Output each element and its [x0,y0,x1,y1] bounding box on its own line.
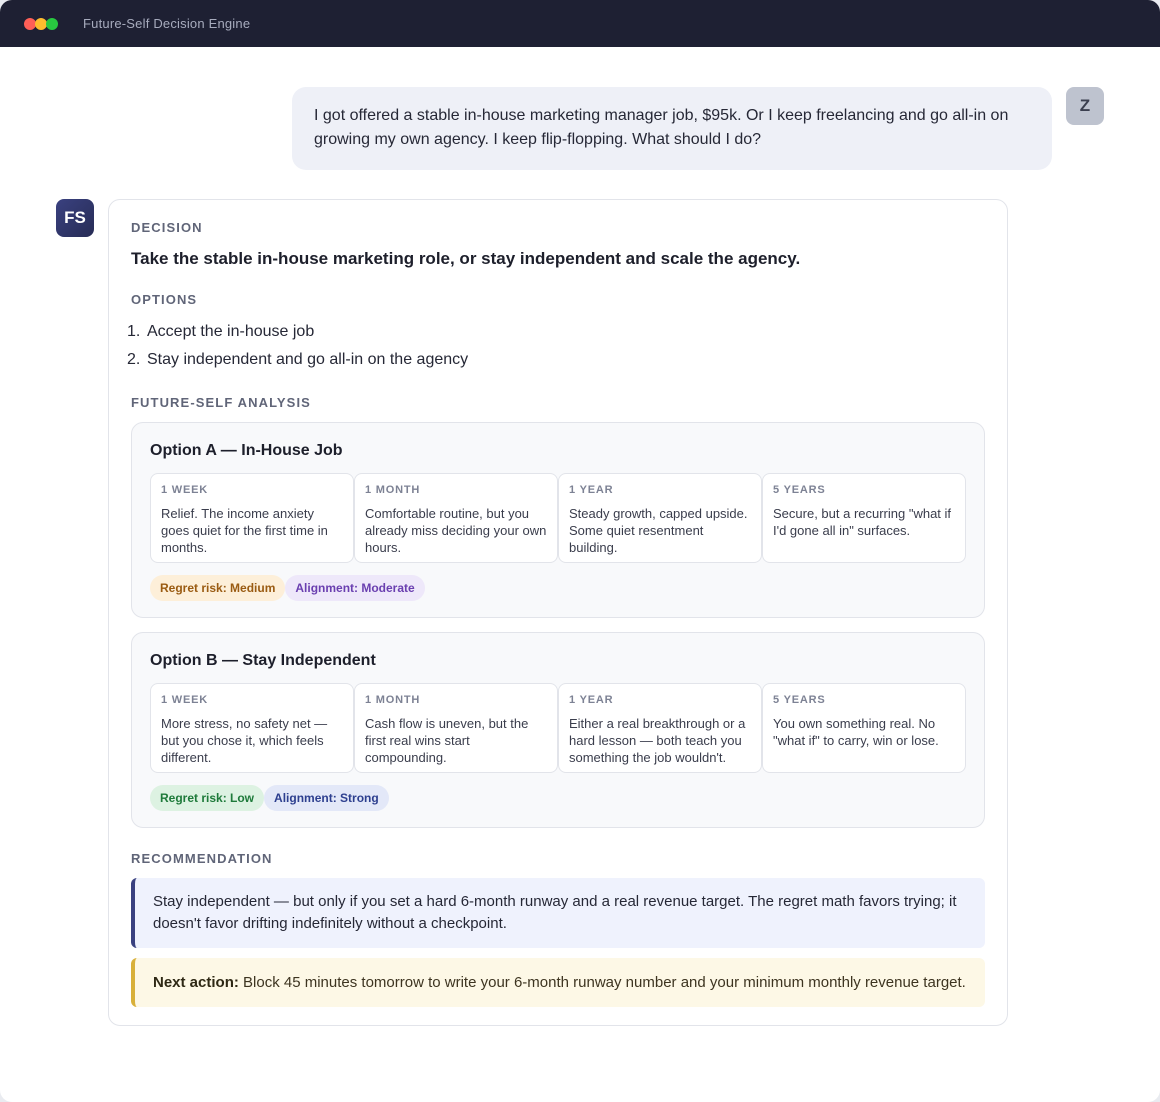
option-b-badges: Regret risk: Low Alignment: Strong [150,785,966,811]
timeline-cell-1-week: 1 WEEK Relief. The income anxiety goes q… [150,473,354,563]
option-number: 1. [127,323,141,340]
timeline-text: You own something real. No "what if" to … [773,716,939,748]
option-a-card: Option A — In-House Job 1 WEEK Relief. T… [131,422,985,618]
option-b-timeline: 1 WEEK More stress, no safety net — but … [150,683,966,773]
option-a-title: Option A — In-House Job [150,442,343,459]
assistant-response-card: DECISION Take the stable in-house market… [108,199,1008,1026]
alignment-badge: Alignment: Moderate [285,575,425,601]
option-a-timeline: 1 WEEK Relief. The income anxiety goes q… [150,473,966,563]
option-text: Accept the in-house job [147,323,315,340]
timeline-cell-5-years: 5 YEARS Secure, but a recurring "what if… [762,473,966,563]
regret-risk-badge: Regret risk: Low [150,785,265,811]
option-number: 2. [127,351,141,368]
timeline-cell-1-month: 1 MONTH Cash flow is uneven, but the fir… [354,683,558,773]
timeline-text: More stress, no safety net — but you cho… [161,716,328,765]
decision-label: DECISION [131,220,203,235]
option-a-badges: Regret risk: Medium Alignment: Moderate [150,575,966,601]
next-action-label: Next action: [153,974,239,991]
timeline-text: Steady growth, capped upside. Some quiet… [569,506,748,555]
regret-risk-badge: Regret risk: Medium [150,575,286,601]
timeline-label: 1 YEAR [569,694,614,706]
option-item: 1. Accept the in-house job [127,318,985,346]
next-action-box: Next action: Block 45 minutes tomorrow t… [131,958,985,1007]
user-avatar: Z [1066,87,1104,125]
recommendation-box: Stay independent — but only if you set a… [131,878,985,948]
timeline-label: 1 MONTH [365,484,421,496]
timeline-label: 1 WEEK [161,484,208,496]
options-label: OPTIONS [131,292,198,307]
analysis-label: FUTURE-SELF ANALYSIS [131,395,311,410]
window-controls [24,17,58,30]
option-b-card: Option B — Stay Independent 1 WEEK More … [131,632,985,828]
assistant-avatar: FS [56,199,94,237]
user-message-bubble: I got offered a stable in-house marketin… [292,87,1052,170]
next-action-text: Block 45 minutes tomorrow to write your … [243,974,966,991]
recommendation-label: RECOMMENDATION [131,851,273,866]
timeline-cell-1-year: 1 YEAR Steady growth, capped upside. Som… [558,473,762,563]
title-bar: Future-Self Decision Engine [0,0,1160,47]
timeline-label: 1 WEEK [161,694,208,706]
maximize-window-button[interactable] [46,17,58,30]
app-title: Future-Self Decision Engine [83,16,251,31]
option-b-title: Option B — Stay Independent [150,652,376,669]
timeline-label: 1 YEAR [569,484,614,496]
timeline-label: 1 MONTH [365,694,421,706]
app-window: Future-Self Decision Engine I got offere… [0,0,1160,1102]
timeline-text: Either a real breakthrough or a hard les… [569,716,746,765]
options-list: 1. Accept the in-house job 2. Stay indep… [127,318,985,374]
timeline-text: Comfortable routine, but you already mis… [365,506,547,555]
timeline-label: 5 YEARS [773,694,826,706]
option-item: 2. Stay independent and go all-in on the… [127,346,985,374]
alignment-badge: Alignment: Strong [264,785,389,811]
decision-text: Take the stable in-house marketing role,… [131,249,801,268]
timeline-text: Cash flow is uneven, but the first real … [365,716,529,765]
option-text: Stay independent and go all-in on the ag… [147,351,469,368]
timeline-cell-1-week: 1 WEEK More stress, no safety net — but … [150,683,354,773]
timeline-cell-1-year: 1 YEAR Either a real breakthrough or a h… [558,683,762,773]
timeline-label: 5 YEARS [773,484,826,496]
timeline-text: Relief. The income anxiety goes quiet fo… [161,506,328,555]
timeline-cell-1-month: 1 MONTH Comfortable routine, but you alr… [354,473,558,563]
timeline-cell-5-years: 5 YEARS You own something real. No "what… [762,683,966,773]
timeline-text: Secure, but a recurring "what if I'd gon… [773,506,952,538]
